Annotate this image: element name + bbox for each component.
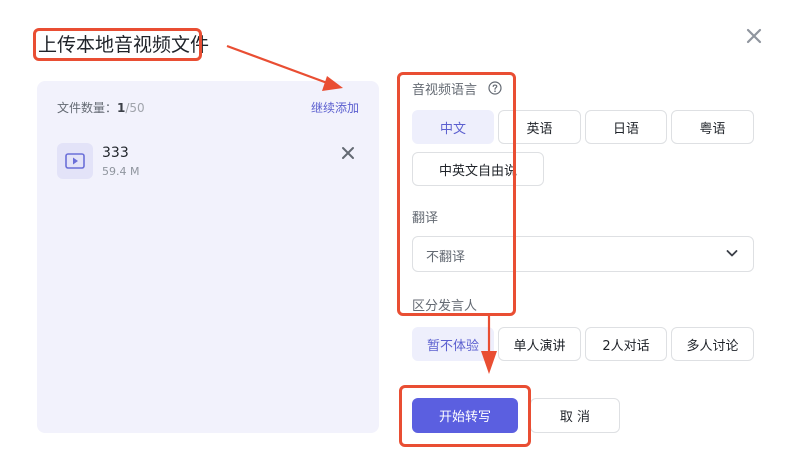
arrow-to-start-button xyxy=(481,316,497,374)
annotation-arrows xyxy=(226,44,497,374)
arrow-to-add-link xyxy=(226,44,343,91)
